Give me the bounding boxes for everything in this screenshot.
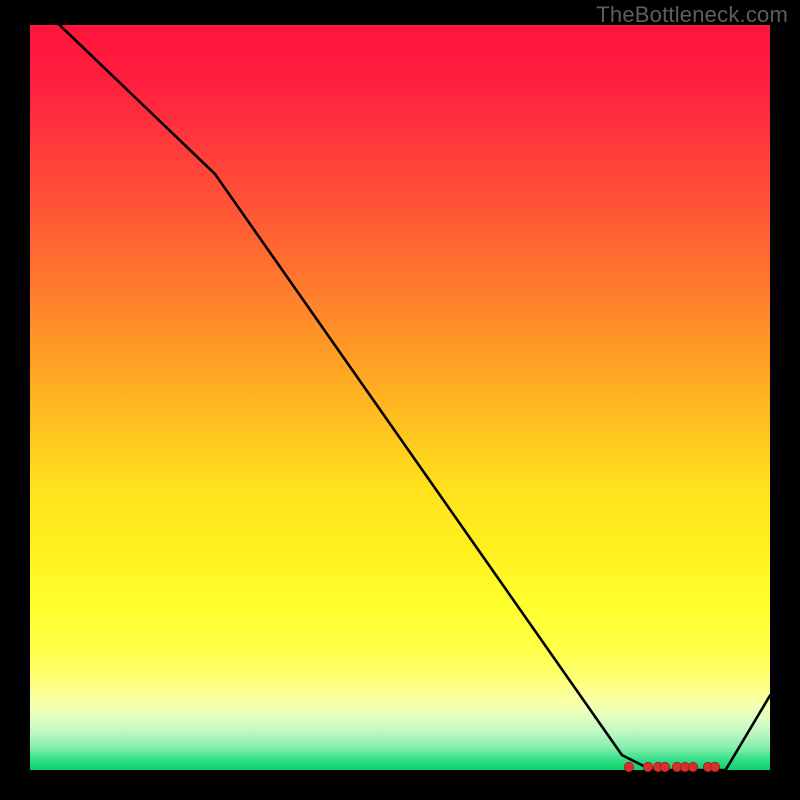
data-marker xyxy=(688,762,698,772)
data-marker xyxy=(624,762,634,772)
plot-area xyxy=(30,25,770,770)
line-curve xyxy=(30,25,770,770)
data-marker xyxy=(660,762,670,772)
data-marker xyxy=(710,762,720,772)
data-marker xyxy=(643,762,653,772)
chart-stage: TheBottleneck.com xyxy=(0,0,800,800)
